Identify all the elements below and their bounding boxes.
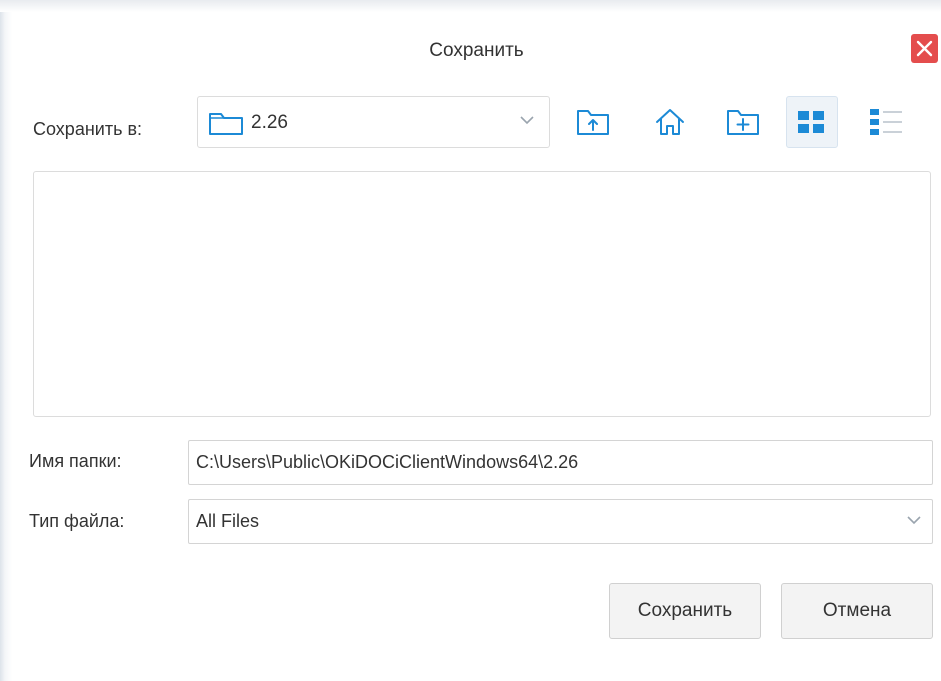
look-in-label: Сохранить в:: [33, 119, 143, 139]
look-in-value: 2.26: [251, 112, 288, 133]
cancel-button[interactable]: Отмена: [781, 583, 933, 639]
list-view-button[interactable]: [786, 96, 838, 148]
close-icon: [916, 40, 933, 57]
folder-up-icon: [577, 110, 609, 135]
screen: Сохранить Сохранить в: 2.26 Имя папки: C…: [0, 0, 941, 681]
background-window-edge-top: [0, 0, 941, 12]
file-list-area[interactable]: [33, 171, 931, 417]
home-button[interactable]: [644, 96, 696, 148]
file-type-value: All Files: [196, 511, 260, 531]
new-folder-button[interactable]: [717, 96, 769, 148]
up-folder-button[interactable]: [567, 96, 619, 148]
home-icon: [656, 109, 684, 135]
folder-name-input[interactable]: C:\Users\Public\OKiDOCiClientWindows64\2…: [188, 440, 933, 485]
close-button[interactable]: [911, 34, 938, 63]
folder-name-label: Имя папки:: [29, 451, 122, 471]
save-dialog: Сохранить Сохранить в: 2.26 Имя папки: C…: [12, 12, 941, 681]
save-button[interactable]: Сохранить: [609, 583, 761, 639]
look-in-combo[interactable]: 2.26: [197, 96, 550, 148]
dialog-title: Сохранить: [429, 40, 524, 61]
file-type-label: Тип файла:: [29, 511, 125, 531]
list-view-icon: [798, 111, 824, 133]
chevron-down-icon: [520, 116, 534, 125]
details-view-button[interactable]: [860, 96, 912, 148]
folder-name-value: C:\Users\Public\OKiDOCiClientWindows64\2…: [196, 452, 579, 472]
new-folder-icon: [727, 110, 759, 135]
folder-icon: [209, 113, 243, 135]
details-view-icon: [870, 109, 902, 135]
chevron-down-icon: [907, 516, 921, 525]
file-type-select[interactable]: All Files: [188, 499, 933, 544]
background-window-edge: [0, 0, 12, 681]
